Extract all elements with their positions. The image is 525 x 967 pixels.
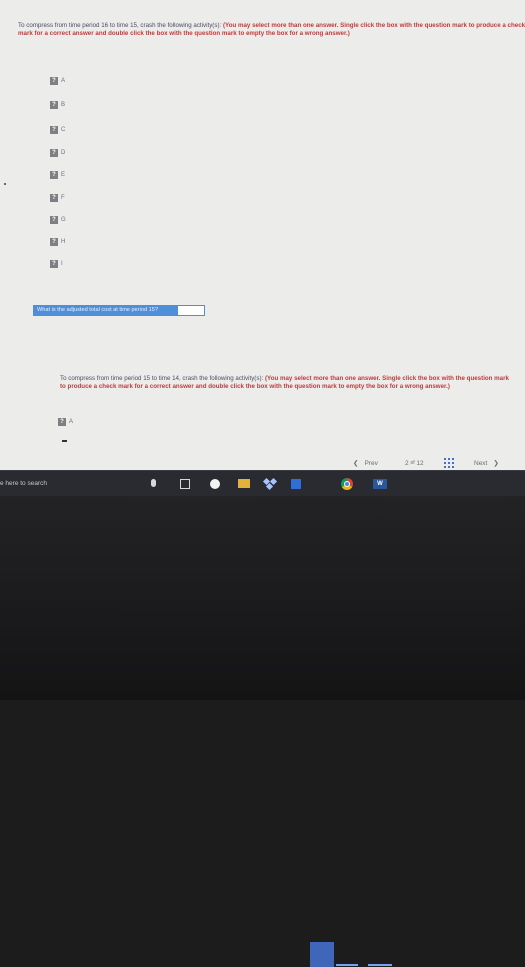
word-icon[interactable]: W: [373, 479, 387, 489]
option-label: C: [61, 127, 66, 133]
option-b[interactable]: ? B: [50, 100, 65, 110]
option-label: F: [61, 195, 65, 201]
question-mark-box[interactable]: ?: [50, 101, 58, 109]
question-1-prompt: To compress from time period 16 to time …: [18, 22, 525, 38]
question-mark-box[interactable]: ?: [50, 216, 58, 224]
chrome-running-indicator: [336, 964, 358, 966]
option-g[interactable]: ? G: [50, 215, 66, 225]
total-pages: 12: [416, 459, 424, 467]
option-d[interactable]: ? D: [50, 148, 65, 158]
cursor-mark: [62, 440, 67, 442]
page-of: of: [410, 460, 415, 466]
quiz-page: To compress from time period 16 to time …: [0, 0, 525, 470]
taskbar: e here to search W: [0, 470, 525, 967]
option-a[interactable]: ? A: [58, 417, 73, 427]
adjusted-cost-label: What is the adjusted total cost at time …: [33, 305, 177, 316]
question-mark-box[interactable]: ?: [50, 149, 58, 157]
option-label: I: [61, 261, 63, 267]
option-label: A: [61, 78, 66, 84]
chevron-left-icon: ❮: [353, 460, 359, 467]
dark-foreground: [0, 496, 525, 700]
grid-icon[interactable]: [444, 458, 454, 468]
question-mark-box[interactable]: ?: [50, 260, 58, 268]
option-label: B: [61, 102, 66, 108]
option-label: H: [61, 239, 66, 245]
option-c[interactable]: ? C: [50, 125, 65, 135]
chevron-right-icon: ❯: [493, 460, 499, 467]
active-app-highlight: [310, 942, 334, 967]
adjusted-cost-input[interactable]: [177, 305, 205, 316]
option-f[interactable]: ? F: [50, 193, 65, 203]
word-running-indicator: [368, 964, 392, 966]
option-a[interactable]: ? A: [50, 76, 65, 86]
question-mark-box[interactable]: ?: [50, 126, 58, 134]
question-mark-box[interactable]: ?: [50, 77, 58, 85]
prev-label: Prev: [364, 459, 378, 467]
option-label: D: [61, 150, 66, 156]
next-label: Next: [474, 459, 488, 467]
option-label: E: [61, 172, 66, 178]
current-page: 2: [405, 459, 409, 467]
option-e[interactable]: ? E: [50, 170, 65, 180]
question-mark-box[interactable]: ?: [50, 238, 58, 246]
option-label: G: [61, 217, 66, 223]
file-explorer-icon[interactable]: [238, 479, 250, 488]
question-2-prompt: To compress from time period 15 to time …: [60, 375, 515, 391]
side-mark: [4, 183, 6, 185]
option-h[interactable]: ? H: [50, 237, 65, 247]
task-view-icon[interactable]: [180, 479, 190, 489]
prev-button[interactable]: ❮ Prev: [353, 457, 378, 469]
search-box[interactable]: e here to search: [0, 480, 47, 487]
page-indicator: 2 of 12: [405, 457, 424, 469]
question-mark-box[interactable]: ?: [50, 194, 58, 202]
option-i[interactable]: ? I: [50, 259, 63, 269]
question-2-text: To compress from time period 15 to time …: [60, 375, 264, 382]
question-mark-box[interactable]: ?: [58, 418, 66, 426]
edge-browser-icon[interactable]: [210, 479, 220, 489]
next-button[interactable]: Next ❯: [474, 457, 499, 469]
microphone-icon[interactable]: [151, 479, 156, 487]
question-mark-box[interactable]: ?: [50, 171, 58, 179]
dropbox-icon[interactable]: [262, 477, 278, 491]
question-1-text: To compress from time period 16 to time …: [18, 22, 222, 29]
option-label: A: [69, 419, 74, 425]
chrome-icon[interactable]: [341, 478, 353, 490]
store-icon[interactable]: [291, 479, 301, 489]
adjusted-cost-row: What is the adjusted total cost at time …: [33, 305, 205, 316]
